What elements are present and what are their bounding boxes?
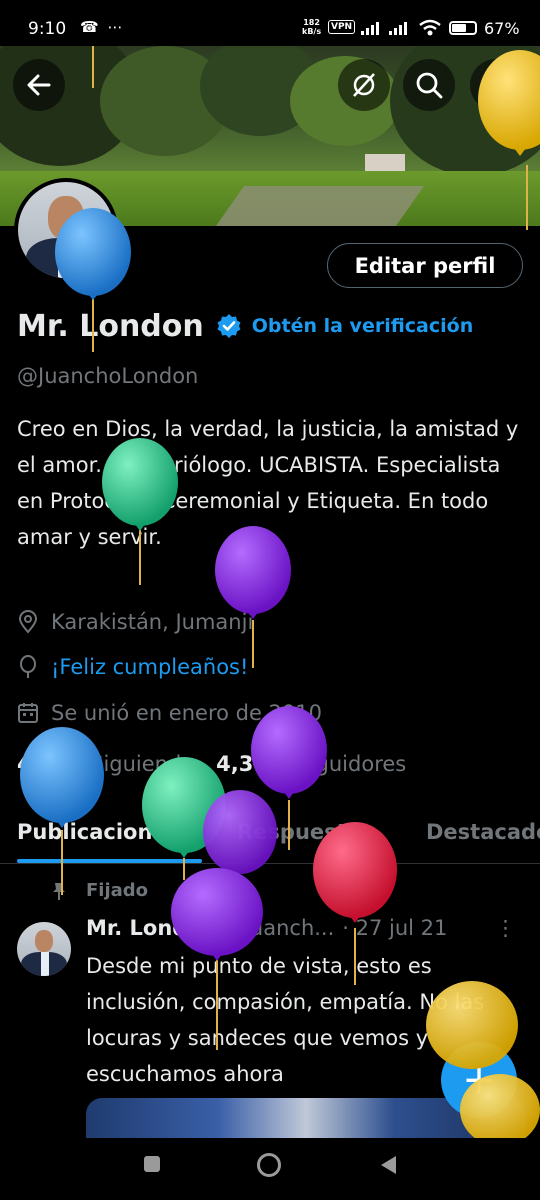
profile-handle: @JuanchoLondon: [17, 364, 199, 388]
location-pin-icon: [18, 610, 38, 634]
joined-text: Se unió en enero de 2010: [51, 701, 323, 725]
status-bar: 9:10 ☎ ⋯ 182 kB/s VPN 67%: [0, 0, 540, 46]
following-label: Siguiendo: [90, 752, 195, 776]
network-speed-unit: kB/s: [302, 27, 322, 36]
hide-button[interactable]: [338, 59, 390, 111]
status-time: 9:10: [28, 19, 67, 39]
system-nav-bar: [0, 1138, 540, 1200]
network-speed-value: 182: [303, 18, 320, 27]
profile-name: Mr. London: [17, 308, 204, 344]
following-link[interactable]: 4,341 Siguiendo: [17, 752, 194, 776]
name-row: Mr. London Obtén la verificación: [17, 304, 473, 348]
search-button[interactable]: [403, 59, 455, 111]
tweet-avatar[interactable]: [17, 922, 71, 976]
calendar-icon: [18, 703, 38, 723]
edit-profile-button[interactable]: Editar perfil: [327, 243, 523, 288]
tweet-header: Mr. London @Juanch... · 27 jul 21 ⋮: [86, 916, 526, 940]
home-icon[interactable]: [256, 1152, 282, 1178]
get-verified-link[interactable]: Obtén la verificación: [252, 315, 474, 337]
pinned-label-row: Fijado: [50, 880, 148, 901]
active-tab-indicator: [17, 859, 202, 863]
vpn-icon: VPN: [328, 20, 356, 34]
location-text: Karakistán, Jumanji: [51, 610, 254, 634]
pin-icon: [53, 882, 65, 900]
search-icon: [416, 72, 443, 99]
more-button[interactable]: [470, 59, 522, 111]
back-arrow-icon: [27, 74, 51, 96]
notification-icons: ☎ ⋯: [80, 18, 125, 36]
wifi-icon: [419, 19, 441, 36]
followers-link[interactable]: 4,309 Seguidores: [216, 752, 406, 776]
signal-icon-2: [389, 22, 407, 35]
follow-stats: 4,341 Siguiendo 4,309 Seguidores: [17, 752, 406, 776]
location-row: Karakistán, Jumanji: [17, 610, 253, 634]
profile-tabs: Publicaciones Respuestas Destacados: [0, 812, 540, 864]
profile-avatar[interactable]: [14, 178, 118, 282]
back-nav-icon[interactable]: [378, 1154, 398, 1176]
eye-off-icon: [353, 73, 375, 97]
battery-icon: [449, 21, 477, 35]
signal-icon: [361, 22, 379, 35]
tab-respuestas[interactable]: Respuestas: [237, 820, 373, 844]
more-vertical-icon: [493, 72, 499, 98]
joined-row: Se unió en enero de 2010: [17, 701, 322, 725]
tab-publicaciones[interactable]: Publicaciones: [17, 820, 179, 844]
battery-percent: 67%: [484, 19, 520, 38]
tweet-author[interactable]: Mr. London: [86, 916, 217, 940]
back-button[interactable]: [13, 59, 65, 111]
birthday-link[interactable]: ¡Feliz cumpleaños!: [51, 655, 248, 679]
followers-label: Seguidores: [289, 752, 407, 776]
tab-destacados[interactable]: Destacados: [426, 820, 540, 844]
followers-count: 4,309: [216, 752, 283, 776]
tweet-handle[interactable]: @Juanch...: [223, 916, 335, 940]
tweet-more-icon[interactable]: ⋮: [495, 916, 516, 940]
compose-button[interactable]: +: [441, 1042, 517, 1118]
pinned-label: Fijado: [86, 880, 149, 901]
tweet-date[interactable]: · 27 jul 21: [342, 916, 447, 940]
following-count: 4,341: [17, 752, 84, 776]
profile-bio: Creo en Dios, la verdad, la justicia, la…: [17, 417, 519, 549]
network-speed: 182 kB/s: [302, 18, 321, 36]
verified-badge-icon[interactable]: [216, 313, 242, 339]
balloon-icon: [20, 655, 36, 678]
birthday-row: ¡Feliz cumpleaños!: [17, 655, 248, 679]
recents-icon[interactable]: [142, 1154, 162, 1174]
